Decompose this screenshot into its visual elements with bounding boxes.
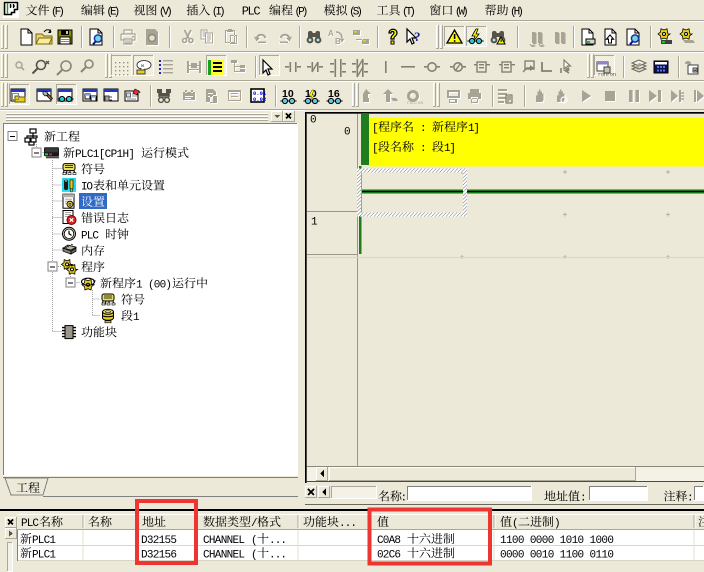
- svg-text:IO: IO: [81, 182, 93, 194]
- svg-text:...: ...: [269, 549, 287, 561]
- svg-text:w: w: [141, 63, 144, 69]
- svg-text:D32155: D32155: [141, 535, 177, 547]
- svg-text:A: A: [328, 29, 334, 38]
- svg-text::: :: [687, 493, 694, 505]
- svg-text:(E): (E): [106, 7, 120, 19]
- svg-text:...: ...: [269, 535, 287, 547]
- svg-text:(S): (S): [349, 7, 363, 19]
- svg-text:02C6: 02C6: [377, 549, 401, 561]
- svg-text:PLC1: PLC1: [32, 535, 56, 547]
- svg-text:(T): (T): [402, 7, 416, 19]
- svg-text:C0A8: C0A8: [377, 535, 401, 547]
- svg-text:B: B: [335, 37, 341, 46]
- svg-text:1: 1: [311, 217, 318, 229]
- svg-text:PLC1: PLC1: [32, 549, 56, 561]
- svg-text:[: [: [372, 123, 379, 135]
- svg-text:(H): (H): [510, 7, 524, 19]
- svg-text:[: [: [372, 143, 379, 155]
- svg-text:PLC: PLC: [21, 518, 39, 530]
- svg-text:ronron: ronron: [598, 72, 616, 78]
- svg-text::: :: [420, 123, 427, 135]
- svg-text:(V): (V): [159, 7, 173, 19]
- svg-text:...: ...: [339, 518, 357, 530]
- svg-text::: :: [420, 143, 427, 155]
- svg-text:ronron: ronron: [407, 100, 424, 106]
- svg-text:/: /: [251, 518, 258, 530]
- svg-text::: :: [401, 493, 408, 505]
- svg-text:PLC: PLC: [81, 231, 99, 243]
- svg-text:D32156: D32156: [141, 549, 177, 561]
- svg-text:1: 1: [136, 279, 143, 291]
- svg-text:1100 0000 1010 1000: 1100 0000 1010 1000: [500, 535, 614, 547]
- svg-text:1]: 1]: [444, 143, 456, 155]
- svg-text:(W): (W): [455, 7, 469, 19]
- svg-text::: :: [580, 493, 587, 505]
- svg-text:(P): (P): [295, 7, 309, 19]
- svg-text:(: (: [251, 549, 258, 561]
- svg-text:0.02: 0.02: [253, 96, 266, 103]
- svg-text:PLC1[CP1H]: PLC1[CP1H]: [75, 149, 135, 161]
- svg-text:(F): (F): [51, 7, 65, 19]
- svg-text:(00): (00): [148, 279, 172, 291]
- svg-text:): ): [554, 518, 561, 530]
- svg-text:(: (: [512, 518, 519, 530]
- svg-text:1]: 1]: [468, 123, 480, 135]
- svg-text:(: (: [251, 535, 258, 547]
- svg-text:0000 0010 1100 0110: 0000 0010 1100 0110: [500, 549, 614, 561]
- svg-text:CHANNEL: CHANNEL: [203, 535, 245, 547]
- svg-text:1: 1: [133, 312, 140, 324]
- svg-text:0: 0: [344, 127, 351, 139]
- svg-text:?: ?: [414, 29, 421, 44]
- svg-text:0: 0: [310, 115, 317, 127]
- svg-text:CHANNEL: CHANNEL: [203, 549, 245, 561]
- svg-text:PLC: PLC: [242, 5, 261, 19]
- svg-text:(I): (I): [212, 7, 226, 19]
